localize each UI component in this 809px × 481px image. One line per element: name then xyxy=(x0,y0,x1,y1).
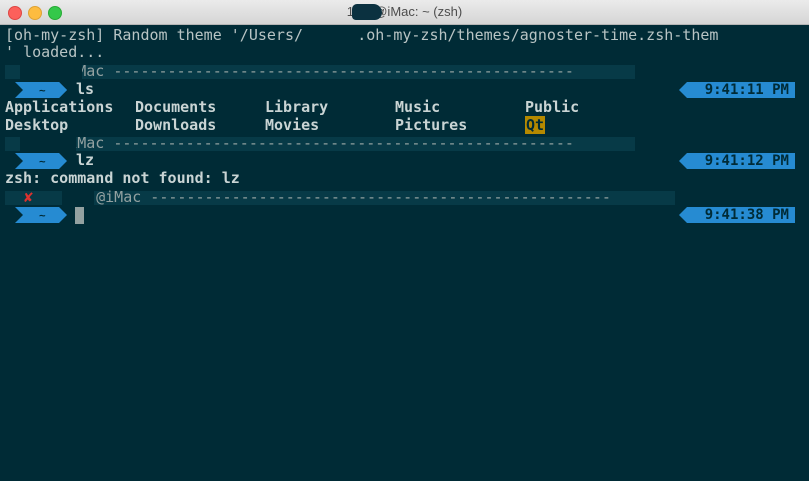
prompt-command: ls xyxy=(76,80,95,98)
prompt-command: lz xyxy=(76,151,95,169)
prompt-dir-segment: ~ xyxy=(15,207,75,223)
prompt-host-line: @iMac ----------------------------------… xyxy=(5,134,574,152)
prompt-dir-segment: ~ xyxy=(15,153,75,169)
error-status-icon: ✘ xyxy=(24,188,34,206)
prompt-dir-segment: ~ xyxy=(15,82,75,98)
window-title: 1. …@iMac: ~ (zsh) xyxy=(346,4,463,19)
ls-entry: Documents xyxy=(135,98,217,116)
prompt-time: 9:41:12 PM xyxy=(678,153,795,169)
ls-entry: Public xyxy=(525,98,580,116)
prompt-time: 9:41:38 PM xyxy=(678,207,795,223)
prompt-dir-text: ~ xyxy=(39,155,46,168)
ls-entry: Library xyxy=(265,98,329,116)
ls-entry: Applications xyxy=(5,98,114,116)
theme-banner-line-2: ' loaded... xyxy=(5,43,105,61)
prompt-host-line: @iMac ----------------------------------… xyxy=(5,62,574,80)
prompt-divider: ----------------------------------------… xyxy=(104,134,574,152)
error-message: zsh: command not found: lz xyxy=(5,169,240,187)
redacted-username xyxy=(20,136,76,152)
prompt-divider: ----------------------------------------… xyxy=(141,188,611,206)
qt-highlight: Qt xyxy=(525,116,546,134)
ls-entry: Music xyxy=(395,98,441,116)
prompt-dir-text: ~ xyxy=(39,209,46,222)
prompt-divider: ----------------------------------------… xyxy=(104,62,574,80)
prompt-dir-text: ~ xyxy=(39,84,46,97)
prompt-time: 9:41:11 PM xyxy=(678,82,795,98)
ls-entry: Desktop xyxy=(5,116,69,134)
redacted-username xyxy=(62,190,94,206)
redaction-mark xyxy=(352,4,382,20)
ls-entry: Downloads xyxy=(135,116,217,134)
redacted-username xyxy=(20,64,82,80)
title-bar: 1. …@iMac: ~ (zsh) xyxy=(0,0,809,25)
theme-banner-line: [oh-my-zsh] Random theme '/Users/ .oh-my… xyxy=(5,26,719,44)
text-cursor[interactable] xyxy=(75,207,84,224)
prompt-host: @iMac xyxy=(96,188,142,206)
ls-entry: Pictures xyxy=(395,116,468,134)
ls-entry: Movies xyxy=(265,116,320,134)
terminal-content[interactable]: [oh-my-zsh] Random theme '/Users/ .oh-my… xyxy=(0,25,809,481)
prompt-host-line: @iMac ----------------------------------… xyxy=(60,188,611,206)
ls-entry-highlighted: Qt xyxy=(525,116,546,134)
terminal-window: 1. …@iMac: ~ (zsh) [oh-my-zsh] Random th… xyxy=(0,0,809,481)
